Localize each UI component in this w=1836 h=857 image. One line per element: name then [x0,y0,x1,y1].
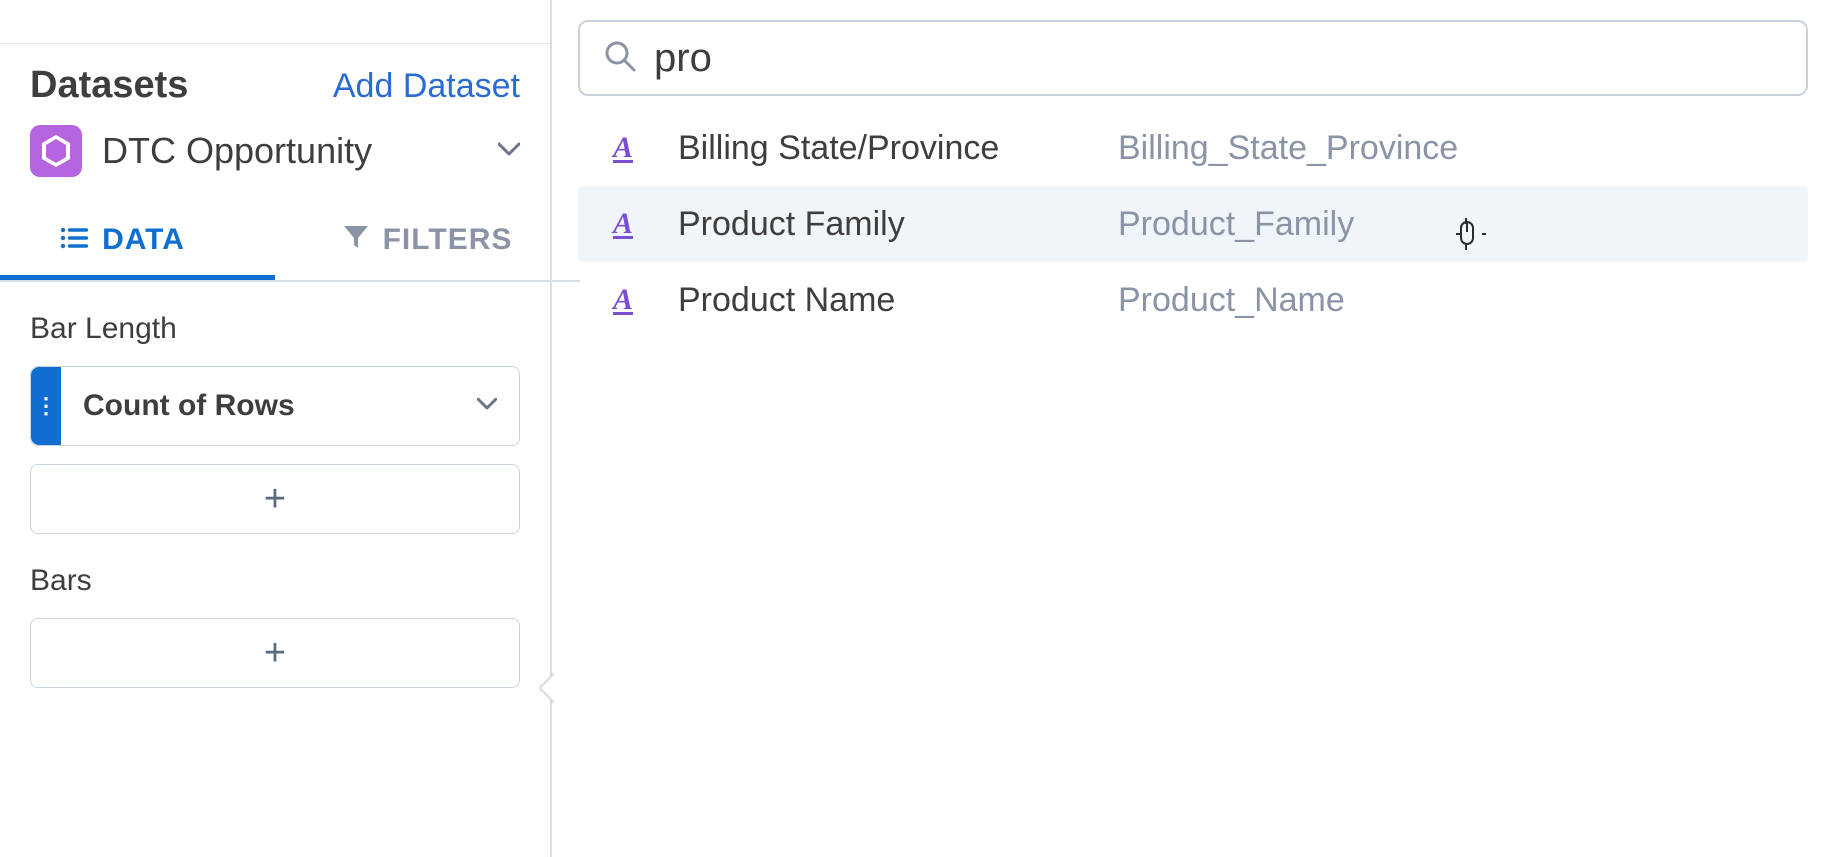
search-icon [604,40,636,77]
result-label: Product Name [678,281,1118,320]
builder-sidebar: Datasets Add Dataset DTC Opportunity [0,0,552,857]
dataset-name: DTC Opportunity [102,130,478,172]
result-item[interactable]: A Product Name Product_Name [578,262,1808,338]
result-label: Product Family [678,205,1118,244]
bars-label: Bars [30,534,520,618]
result-item[interactable]: A Product Family Product_Family [578,186,1808,262]
add-bar-length-button[interactable]: + [30,464,520,534]
list-icon [60,223,88,257]
text-field-type-icon: A [608,131,638,165]
dataset-icon [30,125,82,177]
app-root: Datasets Add Dataset DTC Opportunity [0,0,1836,857]
hexagon-icon [42,135,70,167]
result-api-name: Billing_State_Province [1118,129,1458,168]
bar-length-field[interactable]: ⋮ Count of Rows [30,366,520,446]
chevron-down-icon [498,142,520,161]
tab-filters[interactable]: FILTERS [275,201,580,280]
drag-handle-icon[interactable]: ⋮ [31,367,61,445]
search-wrap [578,20,1808,96]
field-body: Count of Rows [61,367,519,445]
data-panel: Bar Length ⋮ Count of Rows + Bars + [0,282,550,688]
chevron-down-icon [477,397,497,415]
field-picker-panel: A Billing State/Province Billing_State_P… [552,0,1836,857]
dataset-selector[interactable]: DTC Opportunity [30,107,520,201]
field-search-input[interactable] [654,36,1782,81]
datasets-title: Datasets [30,64,188,107]
result-item[interactable]: A Billing State/Province Billing_State_P… [578,110,1808,186]
add-dataset-link[interactable]: Add Dataset [333,67,520,106]
plus-icon: + [264,478,286,521]
search-results: A Billing State/Province Billing_State_P… [578,110,1808,338]
result-api-name: Product_Name [1118,281,1345,320]
text-field-type-icon: A [608,283,638,317]
bar-length-label: Bar Length [30,282,520,366]
plus-icon: + [264,632,286,675]
tab-filters-label: FILTERS [383,223,513,257]
add-bars-button[interactable]: + [30,618,520,688]
text-field-type-icon: A [608,207,638,241]
result-label: Billing State/Province [678,129,1118,168]
bar-length-value: Count of Rows [83,389,295,423]
sidebar-inner: Datasets Add Dataset DTC Opportunity [0,44,550,201]
result-api-name: Product_Family [1118,205,1354,244]
sidebar-tabs: DATA FILTERS [0,201,580,282]
tab-data-label: DATA [102,223,185,257]
sidebar-spacer [0,0,550,44]
tab-data[interactable]: DATA [0,201,275,280]
datasets-header: Datasets Add Dataset [30,44,520,107]
filter-icon [343,223,369,257]
popover-pointer-icon [538,672,554,704]
